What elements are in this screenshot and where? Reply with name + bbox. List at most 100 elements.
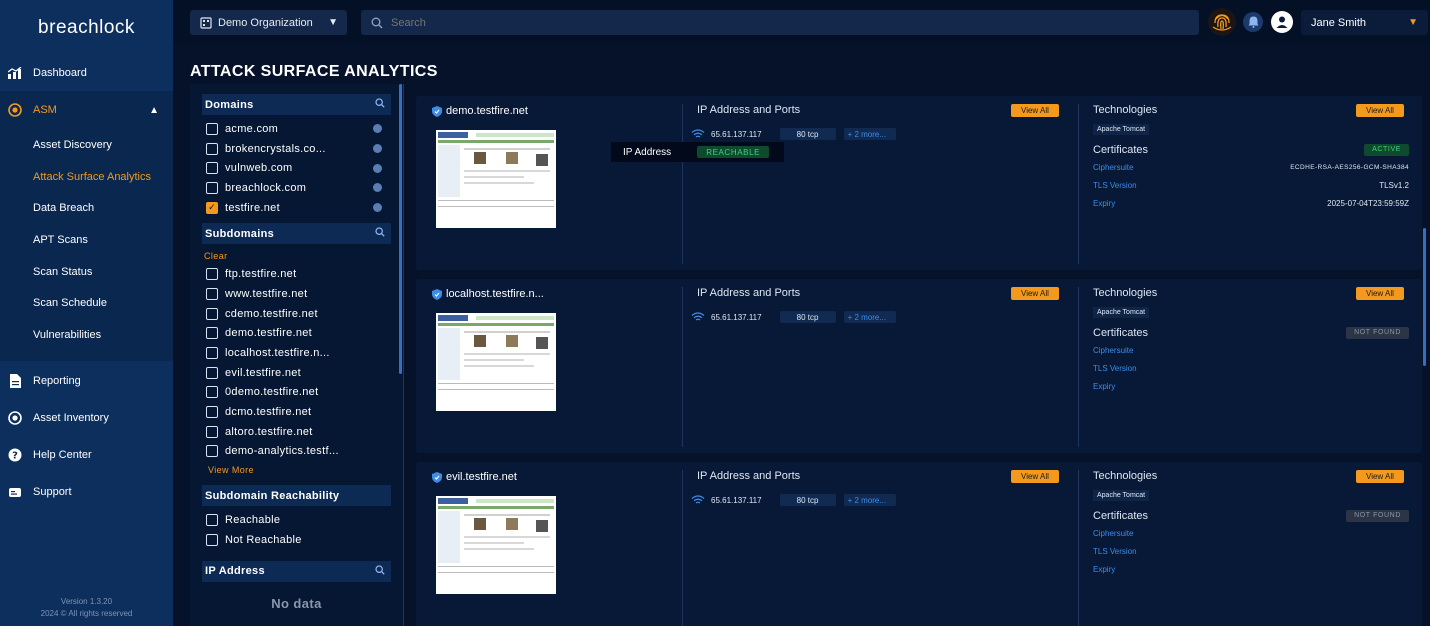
expiry-label: Expiry (1093, 565, 1116, 574)
checkbox[interactable]: ✓ (206, 201, 218, 214)
reachability-option[interactable]: Reachable (190, 510, 403, 530)
checkbox[interactable] (206, 122, 218, 135)
checkbox[interactable] (206, 386, 218, 399)
website-screenshot[interactable] (436, 496, 556, 594)
checkbox[interactable] (206, 366, 218, 379)
checkbox[interactable] (206, 425, 218, 438)
sidebar-item-reporting[interactable]: Reporting (0, 363, 173, 400)
sidebar-item-asm[interactable]: ASM ▲ (0, 91, 173, 129)
certificate-status-badge: NOT FOUND (1346, 509, 1409, 522)
checkbox[interactable] (206, 268, 218, 281)
checkbox[interactable] (206, 347, 218, 360)
domain-option[interactable]: acme.com (190, 119, 403, 139)
domain-option[interactable]: vulnweb.com (190, 158, 403, 178)
fingerprint-icon[interactable] (1207, 7, 1237, 37)
sidebar-subitem-data-breach[interactable]: Data Breach (0, 192, 173, 224)
wifi-icon[interactable] (691, 495, 705, 505)
topbar: Demo Organization ▼ Jane Smith ▼ (173, 0, 1430, 44)
sidebar-subitem-asset-discovery[interactable]: Asset Discovery (0, 129, 173, 161)
search-icon[interactable] (375, 98, 385, 111)
ip-address: 65.61.137.117 (711, 312, 762, 322)
tls-label: TLS Version (1093, 364, 1137, 373)
more-ports-chip[interactable]: + 2 more... (843, 494, 896, 506)
sidebar-item-support[interactable]: Support (0, 474, 173, 511)
domain-option[interactable]: brokencrystals.co... (190, 139, 403, 159)
avatar[interactable] (1271, 11, 1293, 33)
sidebar-item-asset-inventory[interactable]: Asset Inventory (0, 400, 173, 437)
subdomain-option[interactable]: ftp.testfire.net (190, 264, 403, 284)
info-icon[interactable] (373, 183, 382, 193)
info-icon[interactable] (373, 163, 382, 173)
wifi-icon[interactable] (691, 129, 705, 139)
subdomain-option[interactable]: evil.testfire.net (190, 363, 403, 383)
website-screenshot[interactable] (436, 313, 556, 411)
checkbox[interactable] (206, 142, 218, 155)
reachability-option[interactable]: Not Reachable (190, 530, 403, 550)
checkbox[interactable] (206, 162, 218, 175)
info-icon[interactable] (373, 203, 382, 213)
domain-option[interactable]: ✓ testfire.net (190, 198, 403, 218)
subdomain-option[interactable]: www.testfire.net (190, 284, 403, 304)
subdomain-option[interactable]: localhost.testfire.n... (190, 343, 403, 363)
card-domain-title[interactable]: localhost.testfire.n... (432, 287, 677, 301)
checkbox[interactable] (206, 327, 218, 340)
subdomain-option[interactable]: dcmo.testfire.net (190, 402, 403, 422)
technology-chip: Apache Tomcat (1093, 124, 1150, 135)
tls-row: TLS Version (1093, 545, 1409, 558)
checkbox[interactable] (206, 181, 218, 194)
search-bar[interactable] (361, 10, 1199, 35)
reachability-tooltip: IP Address REACHABLE (611, 142, 784, 162)
brand-logo[interactable]: breachlock (0, 0, 173, 56)
checkbox[interactable] (206, 287, 218, 300)
more-ports-chip[interactable]: + 2 more... (843, 128, 896, 140)
tech-view-all-button[interactable]: View All (1356, 470, 1404, 483)
checkbox[interactable] (206, 406, 218, 419)
website-screenshot[interactable] (436, 130, 556, 228)
info-icon[interactable] (373, 144, 382, 154)
user-menu[interactable]: Jane Smith ▼ (1301, 10, 1428, 35)
domain-option-label: breachlock.com (225, 181, 307, 194)
sidebar-item-dashboard[interactable]: Dashboard (0, 54, 173, 91)
subdomain-option[interactable]: 0demo.testfire.net (190, 383, 403, 403)
subdomain-option[interactable]: demo-analytics.testf... (190, 442, 403, 462)
checkbox[interactable] (206, 514, 218, 527)
organization-select[interactable]: Demo Organization ▼ (190, 10, 347, 35)
card-domain-title[interactable]: evil.testfire.net (432, 470, 677, 484)
search-input[interactable] (391, 16, 1151, 29)
ip-view-all-button[interactable]: View All (1011, 104, 1059, 117)
wifi-icon[interactable] (691, 312, 705, 322)
checkbox[interactable] (206, 533, 218, 546)
checkbox[interactable] (206, 445, 218, 458)
sidebar-subitem-scan-schedule[interactable]: Scan Schedule (0, 287, 173, 319)
search-icon[interactable] (375, 227, 385, 240)
ip-view-all-button[interactable]: View All (1011, 470, 1059, 483)
card-domain-title[interactable]: demo.testfire.net (432, 104, 677, 118)
search-icon[interactable] (375, 565, 385, 578)
info-icon[interactable] (373, 124, 382, 134)
bell-icon[interactable] (1243, 12, 1263, 32)
subdomain-option[interactable]: demo.testfire.net (190, 324, 403, 344)
subdomain-option[interactable]: altoro.testfire.net (190, 422, 403, 442)
domains-filter-list: acme.com brokencrystals.co... vulnweb.com b… (190, 119, 403, 217)
view-more-link[interactable]: View More (190, 461, 403, 479)
main-scrollbar[interactable] (1423, 228, 1426, 366)
sidebar-item-help-center[interactable]: ? Help Center (0, 437, 173, 474)
help-icon: ? (8, 448, 22, 462)
checkbox[interactable] (206, 307, 218, 320)
clear-subdomains-link[interactable]: Clear (190, 248, 403, 264)
sidebar-subitem-attack-surface-analytics[interactable]: Attack Surface Analytics (0, 161, 173, 193)
tech-view-all-button[interactable]: View All (1356, 287, 1404, 300)
chevron-up-icon[interactable]: ▲ (149, 105, 159, 116)
domain-option[interactable]: breachlock.com (190, 178, 403, 198)
sidebar-subitem-vulnerabilities[interactable]: Vulnerabilities (0, 319, 173, 351)
filter-scrollbar[interactable] (399, 84, 402, 374)
subdomain-option-label: cdemo.testfire.net (225, 307, 318, 320)
ip-view-all-button[interactable]: View All (1011, 287, 1059, 300)
sidebar-subitem-scan-status[interactable]: Scan Status (0, 256, 173, 288)
more-ports-chip[interactable]: + 2 more... (843, 311, 896, 323)
tech-view-all-button[interactable]: View All (1356, 104, 1404, 117)
certificates-header: Certificates (1093, 326, 1149, 339)
subdomain-option[interactable]: cdemo.testfire.net (190, 304, 403, 324)
domain-option-label: vulnweb.com (225, 162, 293, 175)
sidebar-subitem-apt-scans[interactable]: APT Scans (0, 224, 173, 256)
